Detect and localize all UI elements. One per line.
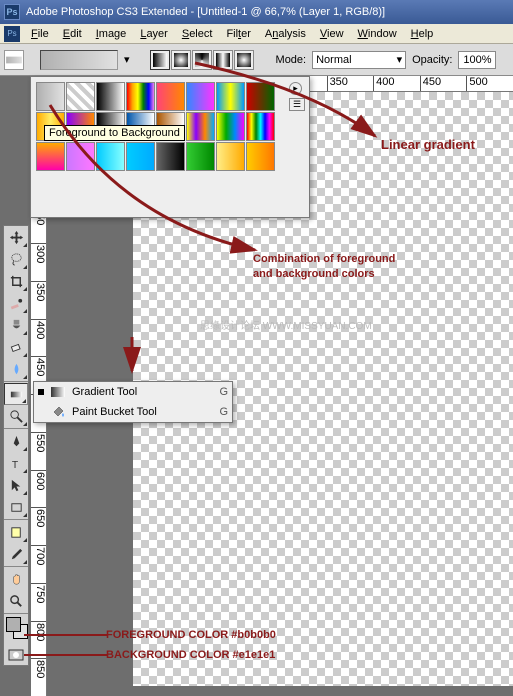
mode-label: Mode: — [276, 54, 307, 66]
current-tool-icon[interactable] — [4, 50, 24, 70]
toolbox: T — [3, 225, 29, 666]
flyout-bucket-label: Paint Bucket Tool — [72, 406, 213, 418]
menu-select[interactable]: Select — [175, 26, 220, 42]
reflected-gradient-button[interactable] — [213, 50, 233, 70]
menu-file[interactable]: File — [24, 26, 56, 42]
dodge-tool[interactable] — [4, 405, 28, 427]
flyout-bucket-key: G — [219, 406, 228, 418]
gradient-dropdown-icon[interactable]: ▾ — [124, 53, 130, 66]
gradient-swatch-5[interactable] — [186, 82, 215, 111]
menu-edit[interactable]: Edit — [56, 26, 89, 42]
gradient-swatch-17[interactable] — [66, 142, 95, 171]
gradient-swatch-2[interactable] — [96, 82, 125, 111]
zoom-tool[interactable] — [4, 590, 28, 612]
angle-gradient-button[interactable] — [192, 50, 212, 70]
menu-window[interactable]: Window — [351, 26, 404, 42]
titlebar-text: Adobe Photoshop CS3 Extended - [Untitled… — [26, 6, 385, 18]
gradient-swatch-21[interactable] — [186, 142, 215, 171]
lasso-tool[interactable] — [4, 248, 28, 270]
notes-tool[interactable] — [4, 521, 28, 543]
opacity-input[interactable]: 100% — [458, 51, 496, 69]
selected-indicator-icon — [38, 389, 44, 395]
flyout-gradient-tool[interactable]: Gradient Tool G — [34, 382, 232, 402]
bucket-icon — [50, 404, 66, 420]
gradient-swatch-7[interactable] — [246, 82, 275, 111]
quickmask-toggle[interactable] — [4, 645, 28, 665]
gradient-swatch-3[interactable] — [126, 82, 155, 111]
menu-image[interactable]: Image — [89, 26, 134, 42]
options-bar: ▾ Mode: Normal▾ Opacity: 100% — [0, 44, 513, 76]
gradient-swatch-0[interactable] — [36, 82, 65, 111]
menu-analysis[interactable]: Analysis — [258, 26, 313, 42]
shape-tool[interactable] — [4, 496, 28, 518]
menubar: Ps File Edit Image Layer Select Filter A… — [0, 24, 513, 44]
gradient-swatch-18[interactable] — [96, 142, 125, 171]
svg-text:T: T — [11, 460, 18, 471]
watermark: 思缘设计论坛 WWW.MISSYUAN.COM — [200, 317, 372, 332]
foreground-color[interactable] — [6, 617, 21, 632]
menu-filter[interactable]: Filter — [219, 26, 257, 42]
color-wells — [4, 615, 28, 645]
gradient-swatch-23[interactable] — [246, 142, 275, 171]
menu-help[interactable]: Help — [404, 26, 441, 42]
titlebar: Ps Adobe Photoshop CS3 Extended - [Untit… — [0, 0, 513, 24]
type-tool[interactable]: T — [4, 452, 28, 474]
healing-brush-tool[interactable] — [4, 292, 28, 314]
flyout-bucket-tool[interactable]: Paint Bucket Tool G — [34, 402, 232, 422]
gradient-swatch-20[interactable] — [156, 142, 185, 171]
gradient-swatch-15[interactable] — [246, 112, 275, 141]
flyout-gradient-key: G — [219, 386, 228, 398]
gradient-swatch-6[interactable] — [216, 82, 245, 111]
gradient-type-buttons — [150, 50, 254, 70]
gradient-swatch-19[interactable] — [126, 142, 155, 171]
eyedropper-tool[interactable] — [4, 543, 28, 565]
opacity-label: Opacity: — [412, 54, 452, 66]
panel-menu-icon[interactable]: ☰ — [289, 98, 305, 111]
pen-tool[interactable] — [4, 430, 28, 452]
flyout-gradient-label: Gradient Tool — [72, 386, 213, 398]
radial-gradient-button[interactable] — [171, 50, 191, 70]
move-tool[interactable] — [4, 226, 28, 248]
gradient-swatch-4[interactable] — [156, 82, 185, 111]
menu-view[interactable]: View — [313, 26, 351, 42]
gradient-swatch-16[interactable] — [36, 142, 65, 171]
gradient-swatch-1[interactable] — [66, 82, 95, 111]
clone-stamp-tool[interactable] — [4, 314, 28, 336]
gradient-tool-flyout: Gradient Tool G Paint Bucket Tool G — [33, 381, 233, 423]
hand-tool[interactable] — [4, 568, 28, 590]
linear-gradient-button[interactable] — [150, 50, 170, 70]
panel-play-icon[interactable]: ▸ — [289, 82, 302, 95]
blur-tool[interactable] — [4, 358, 28, 380]
mode-select[interactable]: Normal▾ — [312, 51, 406, 69]
gradient-swatch-22[interactable] — [216, 142, 245, 171]
app-icon: Ps — [4, 4, 20, 20]
gradient-tool[interactable] — [4, 383, 28, 405]
gradient-picker-panel: ▸ ☰ Foreground to Background — [30, 76, 310, 218]
ps-small-icon: Ps — [4, 26, 20, 42]
gradient-swatch-13[interactable] — [186, 112, 215, 141]
diamond-gradient-button[interactable] — [234, 50, 254, 70]
gradient-tooltip: Foreground to Background — [44, 125, 185, 141]
eraser-tool[interactable] — [4, 336, 28, 358]
menu-layer[interactable]: Layer — [133, 26, 175, 42]
gradient-preview[interactable] — [40, 50, 118, 70]
path-selection-tool[interactable] — [4, 474, 28, 496]
crop-tool[interactable] — [4, 270, 28, 292]
gradient-swatch-14[interactable] — [216, 112, 245, 141]
gradient-icon — [50, 384, 66, 400]
